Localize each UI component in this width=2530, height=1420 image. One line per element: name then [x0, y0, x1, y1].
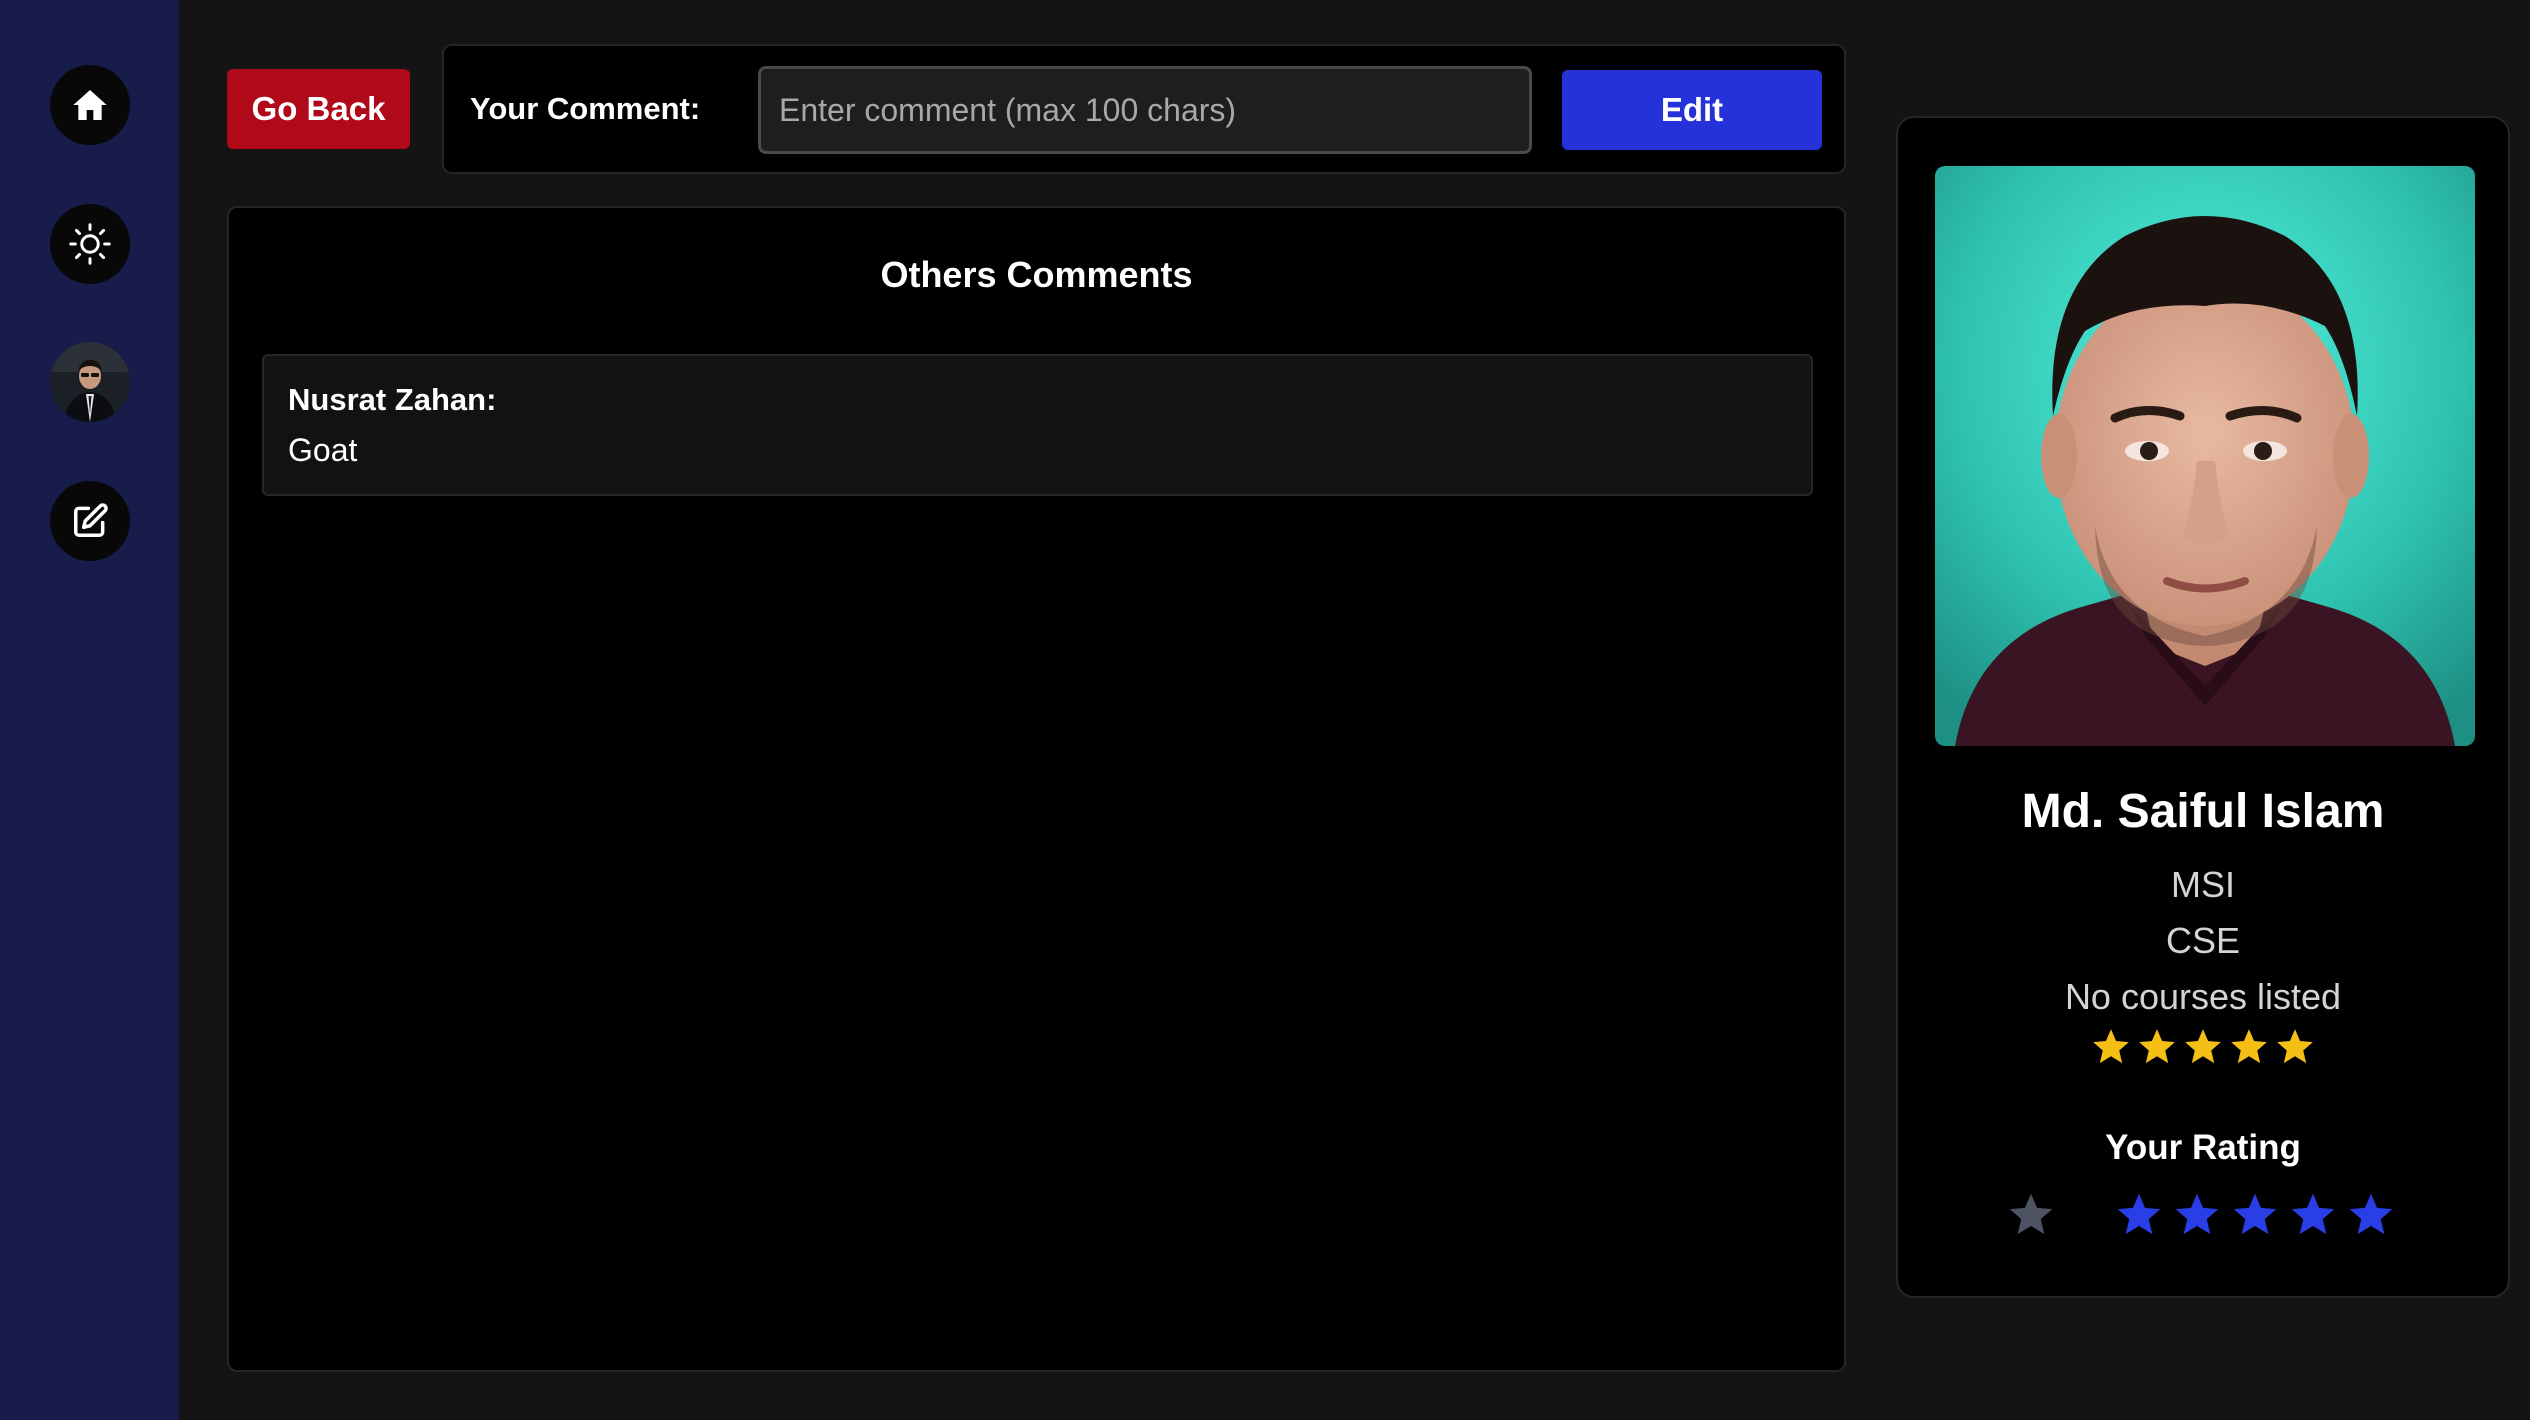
sun-icon — [69, 223, 111, 265]
comment-form: Your Comment: Edit — [442, 44, 1846, 174]
rating-star-icon[interactable] — [2114, 1190, 2164, 1240]
star-icon — [2185, 1029, 2221, 1064]
edit-button[interactable]: Edit — [1562, 70, 1822, 150]
teacher-initials: MSI — [2170, 864, 2235, 905]
rating-star-icon[interactable] — [2230, 1190, 2280, 1240]
teacher-courses: No courses listed — [2064, 976, 2342, 1017]
star-icon — [2231, 1029, 2267, 1064]
average-rating-stars — [1898, 1026, 2508, 1068]
teacher-name: Md. Saiful Islam — [2021, 785, 2385, 838]
rating-star-icon[interactable] — [2006, 1190, 2056, 1240]
edit-profile-button[interactable] — [50, 481, 130, 561]
rating-star-icon[interactable] — [2172, 1190, 2222, 1240]
teacher-department: CSE — [2165, 920, 2241, 961]
teacher-profile-card: Md. Saiful Islam MSI CSE No courses list… — [1896, 116, 2510, 1298]
edit-square-icon — [74, 503, 108, 537]
sidebar — [0, 0, 179, 1420]
comment-label: Your Comment: — [470, 91, 701, 126]
your-rating-title: Your Rating — [2105, 1128, 2301, 1167]
avatar — [50, 342, 130, 422]
theme-toggle-button[interactable] — [50, 204, 130, 284]
star-icon — [2139, 1029, 2175, 1064]
teacher-photo — [1935, 166, 2475, 746]
rating-star-icon[interactable] — [2346, 1190, 2396, 1240]
your-rating-stars — [1898, 1190, 2508, 1250]
comment-text: Goat — [288, 432, 358, 468]
star-icon — [2093, 1029, 2129, 1064]
rating-star-icon[interactable] — [2288, 1190, 2338, 1240]
comment-input[interactable] — [758, 66, 1532, 154]
home-icon — [73, 90, 107, 120]
home-button[interactable] — [50, 65, 130, 145]
comment-card: Nusrat Zahan: Goat — [262, 354, 1813, 496]
others-comments-panel: Others Comments Nusrat Zahan: Goat — [227, 206, 1846, 1372]
comments-title: Others Comments — [880, 254, 1193, 295]
go-back-button[interactable]: Go Back — [227, 69, 410, 149]
comment-author: Nusrat Zahan: — [288, 382, 497, 417]
profile-avatar-button[interactable] — [50, 342, 130, 422]
star-icon — [2277, 1029, 2313, 1064]
